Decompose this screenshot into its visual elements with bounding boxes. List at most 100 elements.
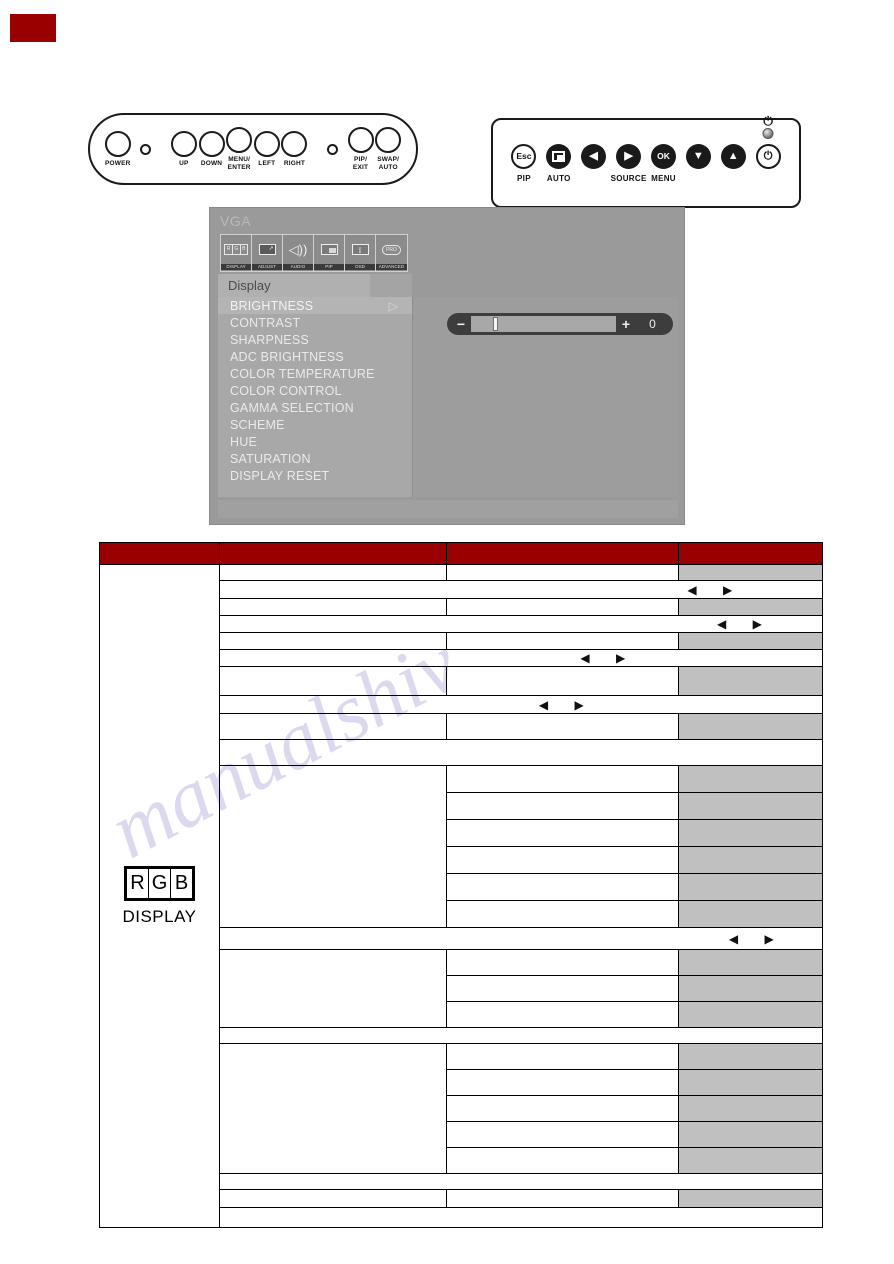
keypad-button-menu-enter[interactable]: MENU/ ENTER	[225, 127, 253, 171]
keypad-button-pip-exit[interactable]: PIP/ EXIT	[347, 127, 375, 171]
option-cell	[446, 666, 679, 696]
left-arrow-icon: ◀	[581, 143, 607, 169]
value-cell	[678, 1147, 823, 1174]
option-cell	[446, 632, 679, 650]
osd-menu-item-label: SATURATION	[230, 451, 311, 466]
osd-adjust-icon[interactable]: ↗ ADJUST	[252, 235, 283, 271]
right-arrow-icon: ▶	[722, 582, 733, 597]
feature-name-cell	[219, 598, 447, 616]
remote-button-left-arrow[interactable]: ◀.	[579, 143, 609, 183]
button-glyph: Esc	[516, 151, 532, 161]
osd-menu-item-label: GAMMA SELECTION	[230, 400, 354, 415]
osd-menu-item-label: COLOR TEMPERATURE	[230, 366, 375, 381]
osd-icon-label: OSD	[345, 264, 375, 270]
pip-window-glyph	[552, 150, 566, 162]
osd-menu-item-color-control[interactable]: COLOR CONTROL	[218, 382, 412, 399]
feature-name-cell	[219, 1043, 447, 1174]
left-arrow-icon: ◀	[580, 651, 590, 665]
osd-menu-item-gamma-selection[interactable]: GAMMA SELECTION	[218, 399, 412, 416]
monitor-glyph: I	[351, 244, 369, 255]
osd-value-pane: − + 0	[412, 297, 678, 497]
keypad-led-indicator	[319, 136, 347, 162]
slider-track[interactable]	[471, 316, 616, 332]
keypad-button-left[interactable]: LEFT	[253, 130, 281, 168]
slider-decrease-button[interactable]: −	[451, 317, 471, 331]
keypad-button-power[interactable]: POWER	[104, 130, 132, 168]
option-cell	[446, 900, 679, 928]
osd-icon-label: PIP	[314, 264, 344, 270]
pip-window-icon	[546, 143, 572, 169]
remote-button-down-arrow[interactable]: ▼.	[683, 143, 713, 183]
keypad-button-up[interactable]: UP	[170, 130, 198, 168]
brightness-slider[interactable]: − + 0	[447, 313, 673, 335]
osd-menu-item-label: ADC BRIGHTNESS	[230, 349, 344, 364]
rgb-letter: G	[148, 867, 171, 899]
keypad-button-right[interactable]: RIGHT	[281, 130, 309, 168]
page-corner-marker	[10, 14, 56, 42]
remote-button-ok[interactable]: OK MENU	[649, 143, 679, 183]
value-cell	[678, 1001, 823, 1028]
down-arrow-icon: ▼	[685, 143, 711, 169]
osd-menu-item-sharpness[interactable]: SHARPNESS	[218, 331, 412, 348]
osd-menu-item-brightness[interactable]: BRIGHTNESS ▷	[218, 297, 412, 314]
osd-advanced-icon[interactable]: PRO ADVANCED	[376, 235, 407, 271]
value-cell	[678, 598, 823, 616]
osd-menu-item-scheme[interactable]: SCHEME	[218, 416, 412, 433]
osd-screenshot: VGA R G B DISPLAY ↗ ADJUST ◁)) AUDIO PIP I OSD PRO A…	[209, 207, 685, 525]
power-symbol-icon: ⏻	[763, 113, 773, 128]
rgb-display-caption: DISPLAY	[122, 906, 197, 926]
keypad-button-swap-auto[interactable]: SWAP/ AUTO	[374, 127, 402, 171]
remote-button-pip-window[interactable]: AUTO	[544, 143, 574, 183]
slider-increase-button[interactable]: +	[616, 317, 636, 331]
button-glyph: ▼	[692, 149, 704, 162]
description-cell	[219, 1207, 823, 1228]
remote-button-power[interactable]: ⏻⏻.	[753, 115, 783, 183]
keypad-button-label: RIGHT	[283, 159, 306, 167]
value-cell	[678, 1095, 823, 1122]
left-arrow-icon: ◀	[687, 582, 697, 597]
osd-menu-item-color-temperature[interactable]: COLOR TEMPERATURE	[218, 365, 412, 382]
remote-button-esc[interactable]: Esc PIP	[509, 143, 539, 183]
esc-icon: Esc	[511, 143, 537, 169]
feature-name-cell	[219, 949, 447, 1028]
option-cell	[446, 873, 679, 901]
osd-spec-table: R G B DISPLAY ◀ ▶ ◀ ▶ ◀ ▶ ◀ ▶ ◀ ▶	[99, 542, 823, 1228]
osd-audio-icon[interactable]: ◁)) AUDIO	[283, 235, 314, 271]
osd-menu-item-hue[interactable]: HUE	[218, 433, 412, 450]
osd-menu-item-label: BRIGHTNESS	[230, 298, 314, 313]
advanced-icon: PRO	[376, 235, 407, 264]
button-circle-icon	[375, 127, 402, 153]
option-cell	[446, 1043, 679, 1070]
osd-display-icon[interactable]: R G B DISPLAY	[221, 235, 252, 271]
front-keypad-panel: POWER UP DOWN MENU/ ENTER LEFT RIGHT PIP/ EXIT…	[88, 113, 418, 185]
slider-knob[interactable]	[492, 317, 498, 331]
remote-keypad-panel: Esc PIP AUTO◀.▶SOURCEOKMENU▼.▲.⏻⏻.	[491, 115, 801, 208]
value-cell	[678, 792, 823, 820]
rgb-letter: B	[170, 867, 193, 899]
remote-button-row: Esc PIP AUTO◀.▶SOURCEOKMENU▼.▲.⏻⏻.	[493, 115, 799, 206]
osd-menu-item-display-reset[interactable]: DISPLAY RESET	[218, 467, 412, 484]
display-icon: RGB	[221, 235, 251, 264]
osd-pip-icon[interactable]: PIP	[314, 235, 345, 271]
remote-button-label: PIP	[517, 173, 531, 183]
power-led-indicator: ⏻	[762, 113, 774, 139]
option-cell	[446, 1147, 679, 1174]
keypad-button-down[interactable]: DOWN	[198, 130, 226, 168]
rgb-box: RGB	[124, 865, 195, 901]
option-cell	[446, 1121, 679, 1148]
option-cell	[446, 846, 679, 874]
osd-menu-item-adc-brightness[interactable]: ADC BRIGHTNESS	[218, 348, 412, 365]
remote-button-up-arrow[interactable]: ▲.	[718, 143, 748, 183]
osd-menu-item-contrast[interactable]: CONTRAST	[218, 314, 412, 331]
adjust-icon: ↗	[252, 235, 282, 264]
osd-osd-icon[interactable]: I OSD	[345, 235, 376, 271]
remote-button-right-arrow[interactable]: ▶ SOURCE	[611, 143, 646, 183]
rgb-letter: R	[126, 867, 149, 899]
osd-menu-item-saturation[interactable]: SATURATION	[218, 450, 412, 467]
osd-icon-label: ADVANCED	[376, 264, 407, 270]
rgb-display-icon: R G B DISPLAY	[99, 564, 220, 1228]
osd-tab-display[interactable]: Display	[218, 274, 370, 297]
osd-icon-label: ADJUST	[252, 264, 282, 270]
column-header-3	[446, 542, 679, 565]
column-header-4	[678, 542, 823, 565]
